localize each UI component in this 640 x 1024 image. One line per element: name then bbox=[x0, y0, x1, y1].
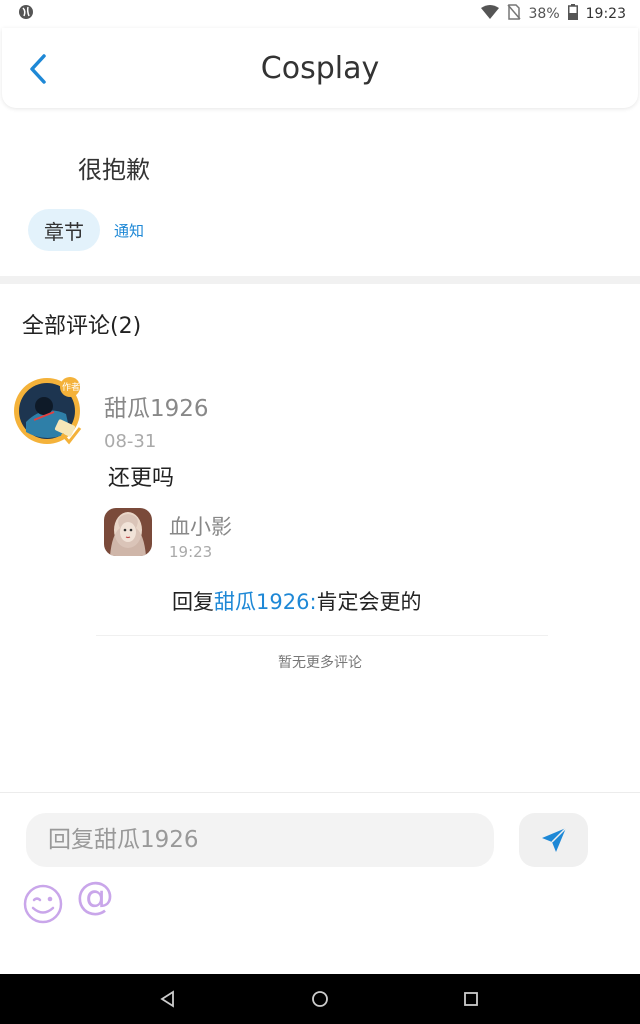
avatar[interactable]: 作者 bbox=[14, 376, 84, 446]
notice-text: 很抱歉 bbox=[78, 156, 150, 184]
clock: 19:23 bbox=[585, 6, 626, 22]
status-bar: 38% 19:23 bbox=[0, 0, 640, 28]
comment-date: 08-31 bbox=[104, 431, 157, 452]
comments-heading: 全部评论(2) bbox=[22, 314, 142, 339]
page-title: Cosplay bbox=[260, 50, 380, 86]
nav-recent-button[interactable] bbox=[461, 989, 481, 1009]
comment-composer: @ bbox=[0, 792, 640, 975]
chapter-tag[interactable]: 章节 bbox=[28, 209, 100, 251]
nav-back-button[interactable] bbox=[158, 989, 178, 1009]
globe-icon bbox=[18, 4, 34, 24]
send-button[interactable] bbox=[519, 813, 588, 867]
paper-plane-icon bbox=[541, 827, 567, 852]
reply-text[interactable]: 回复甜瓜1926:肯定会更的 bbox=[172, 586, 422, 616]
chevron-left-icon bbox=[30, 54, 46, 84]
wifi-icon bbox=[480, 5, 499, 23]
battery-percent: 38% bbox=[528, 6, 560, 22]
reply-username[interactable]: 血小影 bbox=[169, 511, 232, 541]
reply-mention-link[interactable]: 甜瓜1926: bbox=[214, 590, 317, 614]
navigation-bar bbox=[0, 974, 640, 1024]
reply-prefix: 回复 bbox=[172, 590, 214, 614]
square-recent-icon bbox=[464, 992, 478, 1006]
reply-time: 19:23 bbox=[169, 543, 213, 561]
wink-face-icon bbox=[23, 884, 63, 924]
section-divider bbox=[0, 276, 640, 284]
reply-avatar[interactable] bbox=[104, 508, 152, 556]
comment-text[interactable]: 还更吗 bbox=[108, 460, 174, 492]
no-sim-icon bbox=[506, 4, 521, 24]
triangle-back-icon bbox=[160, 990, 174, 1008]
divider bbox=[96, 635, 548, 636]
mention-button[interactable]: @ bbox=[76, 877, 114, 915]
back-button[interactable] bbox=[24, 52, 54, 86]
nav-home-button[interactable] bbox=[310, 989, 330, 1009]
emoji-button[interactable] bbox=[22, 883, 64, 925]
top-bar: Cosplay bbox=[2, 28, 638, 108]
reply-input[interactable] bbox=[26, 813, 494, 867]
circle-home-icon bbox=[312, 991, 328, 1007]
battery-icon bbox=[567, 4, 578, 24]
author-badge: 作者 bbox=[62, 383, 81, 393]
no-more-comments: 暂无更多评论 bbox=[278, 655, 362, 671]
reply-body: 肯定会更的 bbox=[316, 590, 422, 614]
comment-username[interactable]: 甜瓜1926 bbox=[104, 389, 209, 423]
notify-link[interactable]: 通知 bbox=[114, 220, 144, 241]
